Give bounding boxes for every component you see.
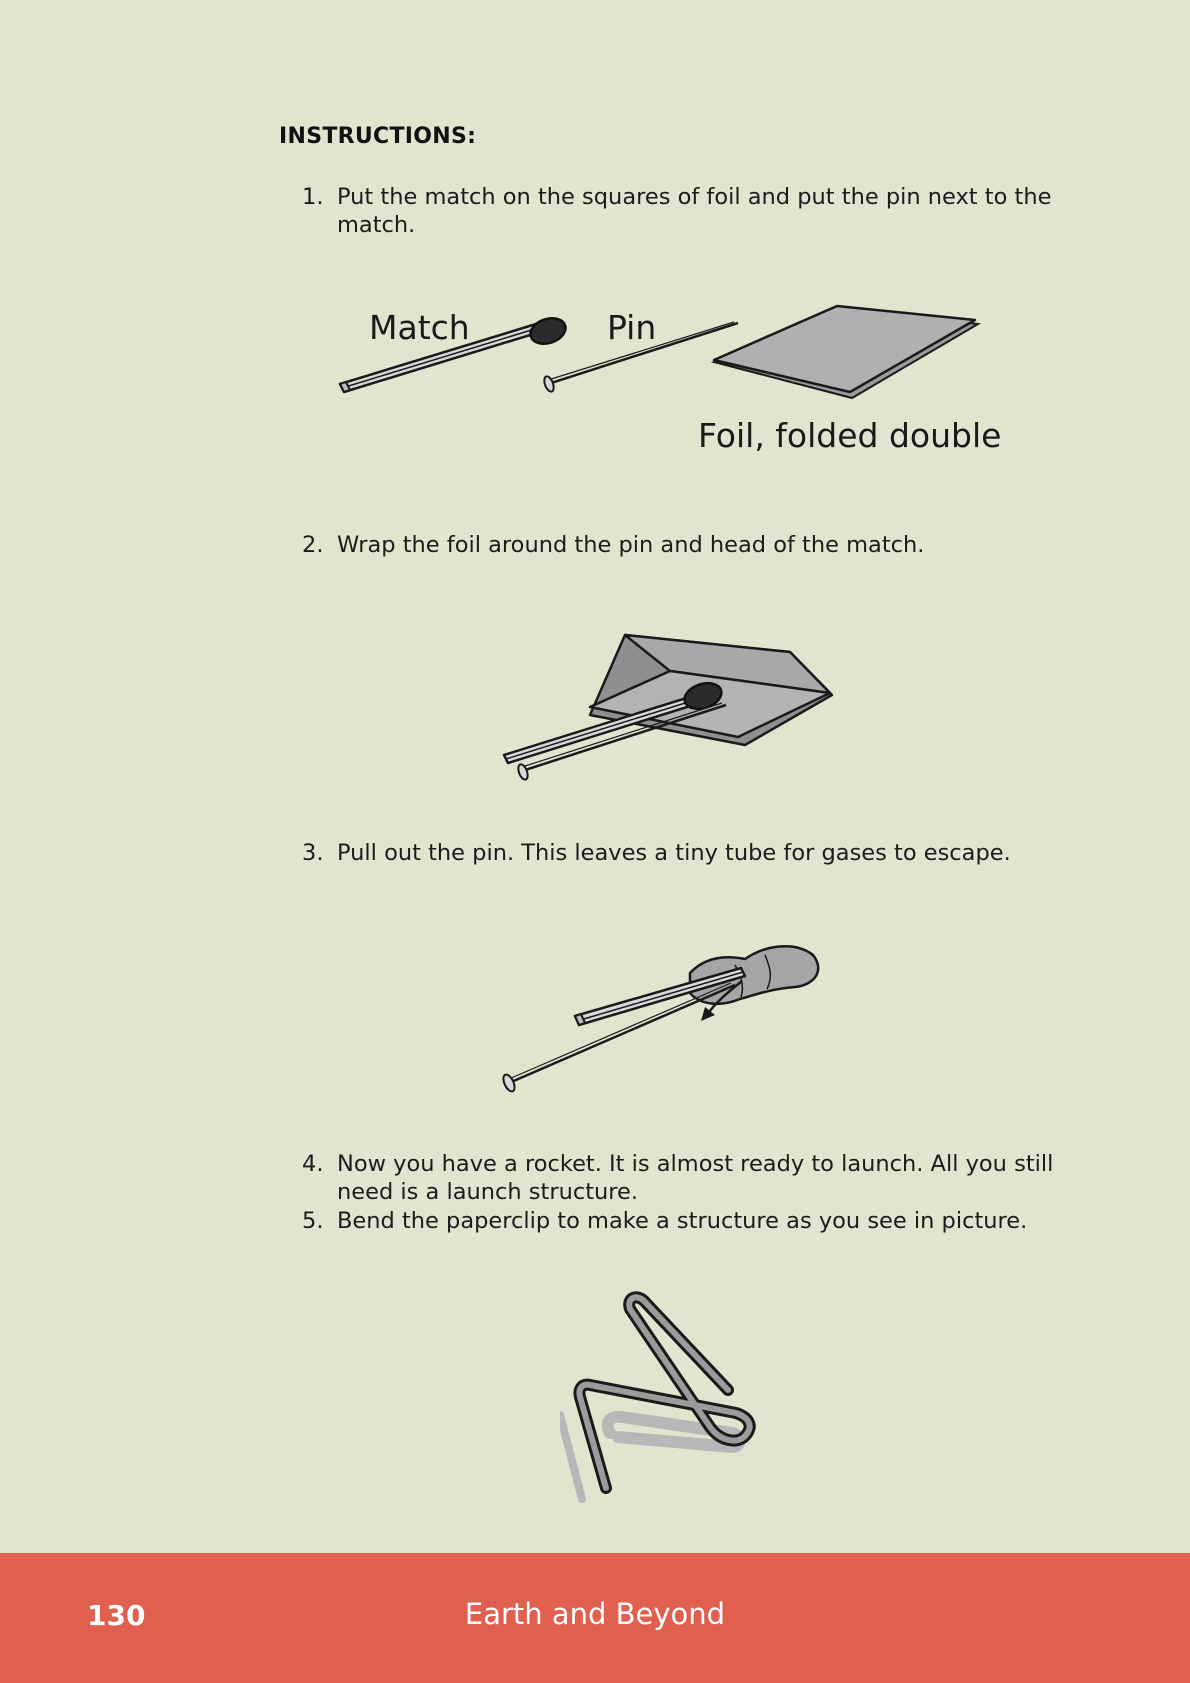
pull-pin-illustration bbox=[502, 945, 820, 1093]
foil-icon bbox=[710, 304, 982, 400]
step-3-text: Pull out the pin. This leaves a tiny tub… bbox=[337, 840, 1011, 866]
step-3: 3. Pull out the pin. This leaves a tiny … bbox=[302, 839, 1082, 867]
figure-match-pin-foil: Match Pin Foil, folded double bbox=[330, 280, 1030, 470]
step-5-number: 5. bbox=[302, 1208, 324, 1234]
wrapped-foil-illustration bbox=[502, 633, 834, 781]
paperclip-icon bbox=[556, 1291, 756, 1503]
figure-pull-out-pin bbox=[495, 915, 845, 1100]
step-3-number: 3. bbox=[302, 840, 324, 866]
instructions-heading: INSTRUCTIONS: bbox=[279, 124, 477, 149]
step-1: 1. Put the match on the squares of foil … bbox=[302, 183, 1082, 239]
step-5-text: Bend the paperclip to make a structure a… bbox=[337, 1208, 1028, 1234]
step-5: 5. Bend the paperclip to make a structur… bbox=[302, 1207, 1082, 1235]
match-label: Match bbox=[369, 308, 470, 347]
figure-wrapped-foil bbox=[490, 625, 840, 790]
book-title: Earth and Beyond bbox=[464, 1597, 726, 1631]
footer-bar: 130 Earth and Beyond bbox=[0, 1553, 1190, 1683]
step-4: 4. Now you have a rocket. It is almost r… bbox=[302, 1150, 1082, 1206]
step-2: 2. Wrap the foil around the pin and head… bbox=[302, 531, 1082, 559]
step-1-number: 1. bbox=[302, 184, 324, 210]
step-4-text: Now you have a rocket. It is almost read… bbox=[337, 1151, 1054, 1205]
figure-paperclip bbox=[556, 1285, 800, 1505]
step-2-number: 2. bbox=[302, 532, 324, 558]
step-2-text: Wrap the foil around the pin and head of… bbox=[337, 532, 925, 558]
pin-label: Pin bbox=[607, 308, 657, 347]
step-4-number: 4. bbox=[302, 1151, 324, 1177]
step-1-text: Put the match on the squares of foil and… bbox=[337, 184, 1052, 238]
foil-label: Foil, folded double bbox=[698, 416, 1002, 455]
